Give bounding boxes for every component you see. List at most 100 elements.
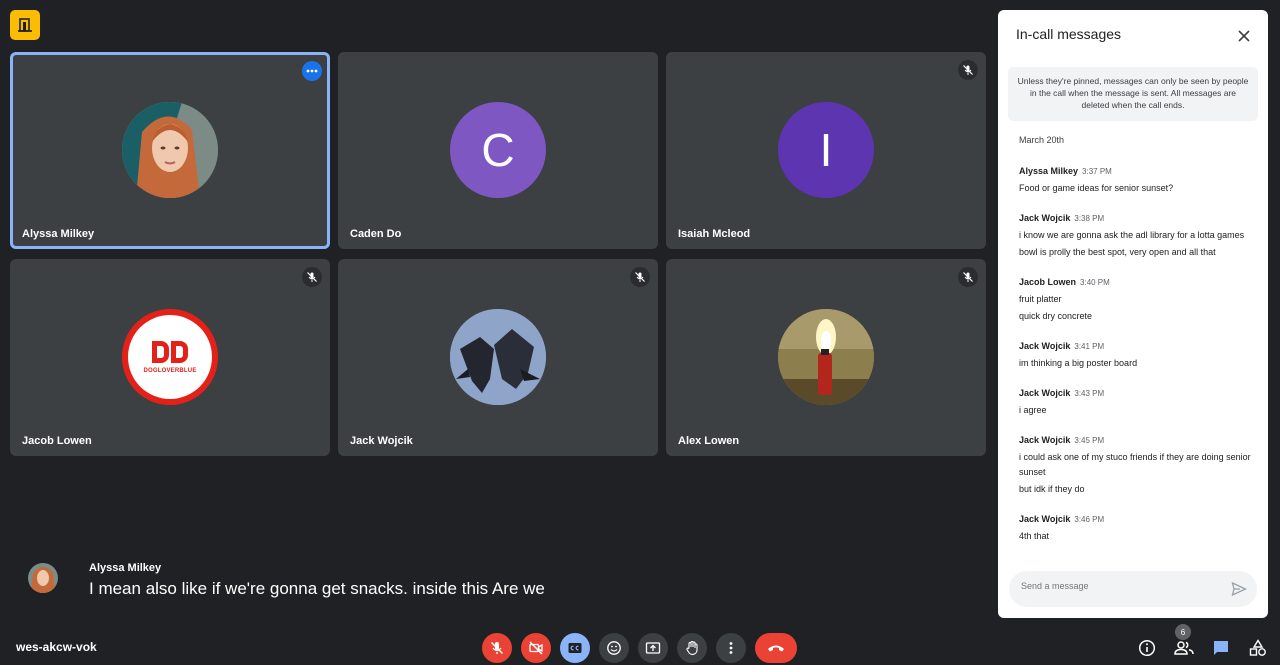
meeting-tools: 6	[1137, 624, 1268, 660]
chat-icon	[1214, 641, 1228, 655]
message: Jack Wojcik 3:38 PM i know we are gonna a…	[1019, 208, 1254, 260]
message-text: fruit platter	[1019, 294, 1062, 304]
message-sender: Jack Wojcik	[1019, 514, 1071, 524]
message: Jack Wojcik 3:45 PM i could ask one of my…	[1019, 430, 1254, 497]
people-button[interactable]: 6	[1174, 624, 1194, 660]
participant-avatar	[778, 309, 874, 405]
message-sender: Jack Wojcik	[1019, 388, 1071, 398]
app-logo-icon[interactable]	[10, 10, 40, 40]
message-sender: Jack Wojcik	[1019, 341, 1071, 351]
camera-off-icon	[529, 641, 543, 655]
participant-avatar	[450, 309, 546, 405]
more-options-button[interactable]	[716, 633, 746, 663]
participant-name: Alex Lowen	[678, 435, 740, 447]
participant-tile[interactable]: C Caden Do	[338, 52, 658, 249]
closed-captions-icon	[568, 643, 582, 653]
participant-tile[interactable]: DOGLOVERBLUE Jacob Lowen	[10, 259, 330, 456]
more-options-button[interactable]	[302, 61, 322, 81]
participant-name: Jacob Lowen	[22, 435, 92, 447]
caption-avatar	[28, 563, 58, 593]
mic-off-icon	[958, 60, 978, 80]
activities-button[interactable]	[1248, 636, 1268, 660]
send-button[interactable]	[1231, 581, 1248, 597]
participant-name: Isaiah Mcleod	[678, 228, 751, 240]
participant-name: Caden Do	[350, 228, 402, 240]
send-icon	[1231, 581, 1248, 597]
chat-button[interactable]	[1211, 636, 1231, 660]
caption-speaker: Alyssa Milkey	[89, 562, 162, 574]
participant-name: Jack Wojcik	[350, 435, 413, 447]
message-time: 3:40 PM	[1080, 278, 1110, 287]
message-text: i could ask one of my stuco friends if t…	[1019, 452, 1251, 477]
message-time: 3:38 PM	[1074, 214, 1105, 223]
message-text: but idk if they do	[1019, 484, 1085, 494]
message-text: im thinking a big poster board	[1019, 358, 1138, 368]
participant-grid: Alyssa Milkey C Caden Do I Isaiah Mcleod…	[10, 52, 986, 456]
mic-toggle-button[interactable]	[482, 633, 512, 663]
message-text: 4th that	[1019, 531, 1050, 541]
message-date: March 20th	[1019, 135, 1065, 145]
mic-off-icon	[958, 267, 978, 287]
message-text: i agree	[1019, 405, 1047, 415]
participant-tile[interactable]: Jack Wojcik	[338, 259, 658, 456]
chat-notice: Unless they're pinned, messages can only…	[1008, 67, 1258, 121]
caption-text: I mean also like if we're gonna get snac…	[89, 579, 545, 598]
message-sender: Jack Wojcik	[1019, 435, 1071, 445]
message-list: March 20th Alyssa Milkey 3:37 PM Food or …	[1019, 135, 1254, 556]
present-icon	[645, 642, 661, 654]
message-text: Food or game ideas for senior sunset?	[1019, 183, 1174, 193]
message-composer	[1009, 571, 1257, 607]
message-time: 3:37 PM	[1082, 167, 1112, 176]
close-panel-button[interactable]	[1232, 24, 1256, 48]
participant-avatar: DOGLOVERBLUE	[122, 309, 218, 405]
close-icon	[1238, 30, 1250, 42]
message-time: 3:41 PM	[1074, 342, 1105, 351]
message-text: bowl is prolly the best spot, very open …	[1019, 247, 1216, 257]
people-count-badge: 6	[1175, 624, 1191, 640]
message-time: 3:43 PM	[1074, 389, 1105, 398]
participant-avatar: C	[450, 102, 546, 198]
message: Jack Wojcik 3:41 PM im thinking a big pos…	[1019, 336, 1254, 371]
reactions-button[interactable]	[599, 633, 629, 663]
message: Alyssa Milkey 3:37 PM Food or game ideas …	[1019, 161, 1254, 196]
meeting-code: wes-akcw-vok	[16, 640, 97, 654]
info-icon	[1138, 639, 1156, 657]
message-time: 3:46 PM	[1074, 515, 1105, 524]
participant-avatar: I	[778, 102, 874, 198]
avatar-letter: C	[481, 124, 515, 176]
camera-toggle-button[interactable]	[521, 633, 551, 663]
avatar-logo-text: DOGLOVERBLUE	[143, 368, 197, 374]
call-controls	[482, 633, 797, 663]
participant-tile[interactable]: Alyssa Milkey	[10, 52, 330, 249]
in-call-messages-panel: In-call messages Unless they're pinned, …	[998, 10, 1268, 618]
leave-call-button[interactable]	[755, 633, 797, 663]
panel-title: In-call messages	[1016, 26, 1122, 42]
message: Jack Wojcik 3:43 PM i agree	[1019, 383, 1254, 418]
participant-avatar	[122, 102, 218, 198]
message: Jacob Lowen 3:40 PM fruit platter quick d…	[1019, 272, 1254, 324]
call-end-icon	[768, 645, 784, 652]
avatar-letter: I	[819, 124, 833, 176]
captions-button[interactable]	[560, 633, 590, 663]
meeting-details-button[interactable]	[1137, 636, 1157, 660]
message-text: i know we are gonna ask the adl library …	[1019, 230, 1245, 240]
emoji-icon	[607, 641, 621, 655]
more-vert-icon	[729, 642, 733, 654]
hand-icon	[686, 640, 698, 655]
mic-off-icon	[630, 267, 650, 287]
people-icon	[1174, 641, 1194, 655]
message-input[interactable]	[1021, 581, 1221, 591]
mic-off-icon	[490, 641, 504, 655]
mic-off-icon	[302, 267, 322, 287]
participant-tile[interactable]: Alex Lowen	[666, 259, 986, 456]
participant-tile[interactable]: I Isaiah Mcleod	[666, 52, 986, 249]
message-text: quick dry concrete	[1019, 311, 1093, 321]
participant-name: Alyssa Milkey	[22, 228, 95, 240]
message-sender: Jack Wojcik	[1019, 213, 1071, 223]
message-sender: Alyssa Milkey	[1019, 166, 1079, 176]
shapes-icon	[1249, 639, 1266, 656]
message-sender: Jacob Lowen	[1019, 277, 1077, 287]
raise-hand-button[interactable]	[677, 633, 707, 663]
message: Jack Wojcik 3:46 PM 4th that	[1019, 509, 1254, 544]
present-screen-button[interactable]	[638, 633, 668, 663]
